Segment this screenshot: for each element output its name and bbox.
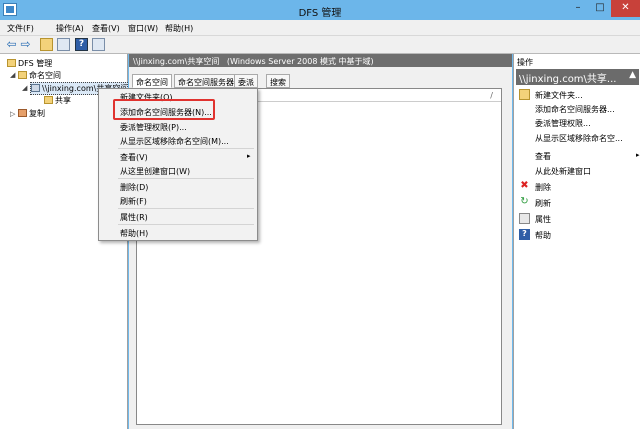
collapsed-arrow-icon[interactable]: ▷ [10,110,15,118]
namespace-icon [31,84,40,92]
back-arrow-icon[interactable]: ⇦ [5,38,18,51]
tree-item-namespaces[interactable]: 命名空间 [18,70,61,81]
refresh-icon: ↻ [520,196,529,207]
menu-action[interactable]: 操作(A) [56,23,84,34]
tree-item-share[interactable]: 共享 [44,95,71,106]
tree-item-dfs-root[interactable]: DFS 管理 [7,58,52,69]
shared-folder-icon [44,96,53,104]
menu-file[interactable]: 文件(F) [7,23,34,34]
ctx-remove-namespace[interactable]: 从显示区域移除命名空间(M)... [120,136,229,147]
ctx-properties[interactable]: 属性(R) [120,212,148,223]
window-title: DFS 管理 [298,8,342,19]
submenu-arrow-icon: ▸ [636,151,640,159]
collapse-caret-icon[interactable]: ▲ [629,70,636,80]
minimize-button[interactable]: – [567,0,589,17]
tab-namespace[interactable]: 命名空间 [132,74,172,88]
tab-delegation[interactable]: 委派 [234,74,258,88]
show-hide-action-pane-icon[interactable] [92,38,105,51]
title-bar[interactable]: DFS 管理 – □ ✕ [0,0,640,20]
actions-pane: 操作 \\jinxing.com\共享... ▲ 新建文件夹... 添加命名空间… [513,54,640,429]
ctx-delegate-permissions[interactable]: 委派管理权限(P)... [120,122,187,133]
namespace-path: \\jinxing.com\共享空间 [133,57,220,66]
column-separator: / [490,91,493,100]
ctx-delete[interactable]: 删除(D) [120,182,148,193]
highlight-annotation [113,99,215,120]
mmc-window: DFS 管理 – □ ✕ 文件(F) 操作(A) 查看(V) 窗口(W) 帮助(… [0,0,640,429]
menu-separator [118,224,254,225]
toolbar: ⇦ ⇨ ? [0,36,640,54]
help-icon[interactable]: ? [75,38,88,51]
forward-arrow-icon[interactable]: ⇨ [19,38,32,51]
menu-view[interactable]: 查看(V) [92,23,120,34]
menu-help[interactable]: 帮助(H) [165,23,193,34]
up-folder-icon[interactable] [40,38,53,51]
replication-icon [18,109,27,117]
tab-namespace-servers[interactable]: 命名空间服务器 [174,74,238,88]
delete-x-icon: ✖ [520,180,529,191]
menu-separator [118,178,254,179]
actions-group-header[interactable]: \\jinxing.com\共享... ▲ [516,69,639,85]
tree-item-replication[interactable]: 复制 [18,108,45,119]
menu-window[interactable]: 窗口(W) [128,23,158,34]
expand-arrow-icon[interactable]: ◢ [22,84,27,92]
ctx-view[interactable]: 查看(V) [120,152,148,163]
menu-separator [118,148,254,149]
expand-arrow-icon[interactable]: ◢ [10,71,15,79]
new-folder-icon [519,89,530,100]
dfs-icon [7,59,16,67]
results-header: \\jinxing.com\共享空间 (Windows Server 2008 … [129,54,512,67]
actions-title: 操作 [517,58,533,67]
show-hide-tree-icon[interactable] [57,38,70,51]
ctx-refresh[interactable]: 刷新(F) [120,196,147,207]
ctx-help[interactable]: 帮助(H) [120,228,148,239]
help-icon: ? [519,229,530,240]
close-button[interactable]: ✕ [611,0,640,17]
menu-bar: 文件(F) 操作(A) 查看(V) 窗口(W) 帮助(H) [0,20,640,36]
namespace-mode: (Windows Server 2008 模式 中基于域) [226,57,374,66]
properties-icon [519,213,530,224]
menu-separator [118,208,254,209]
tab-search[interactable]: 搜索 [266,74,290,88]
namespace-folder-icon [18,71,27,79]
maximize-button[interactable]: □ [589,0,611,17]
ctx-new-window[interactable]: 从这里创建窗口(W) [120,166,190,177]
submenu-arrow-icon: ▸ [247,152,251,160]
